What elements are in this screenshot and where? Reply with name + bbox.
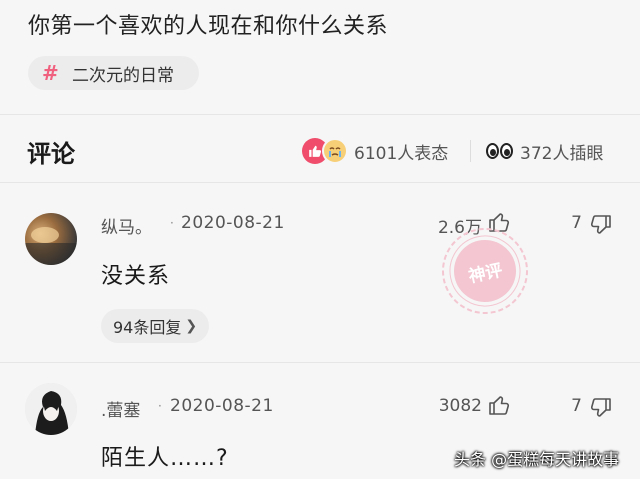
header-divider	[0, 182, 640, 183]
like-count: 3082	[438, 396, 482, 416]
dislike-icon[interactable]	[588, 395, 614, 421]
reaction-separator	[470, 140, 471, 162]
dislike-count: 7	[571, 213, 582, 233]
hash-icon: #	[42, 61, 59, 85]
like-icon[interactable]	[486, 392, 512, 418]
watch-summary-button[interactable]: 372人插眼	[486, 134, 603, 168]
meta-separator: ·	[158, 399, 162, 413]
reaction-summary-button[interactable]: 6101人表态	[302, 134, 448, 168]
post-title: 你第一个喜欢的人现在和你什么关系	[28, 14, 389, 39]
chevron-right-icon: ❯	[185, 318, 198, 334]
dislike-count: 7	[571, 396, 582, 416]
comments-title: 评论	[27, 140, 75, 168]
topic-tag[interactable]: # 二次元的日常	[28, 56, 199, 90]
reaction-count: 6101人表态	[354, 143, 449, 164]
comment-username[interactable]: .蕾塞	[101, 396, 140, 421]
watch-count: 372人插眼	[520, 143, 604, 164]
top-comment-badge: 神评	[432, 218, 539, 325]
comment-date: 2020-08-21	[170, 396, 274, 416]
dislike-icon[interactable]	[588, 212, 614, 238]
avatar[interactable]	[25, 213, 77, 265]
meta-separator: ·	[170, 216, 174, 230]
crying-face-icon	[322, 138, 348, 164]
comment-date: 2020-08-21	[181, 213, 285, 233]
comment-divider	[0, 362, 640, 363]
watermark: 头条 @蛋糕每天讲故事	[454, 450, 620, 469]
avatar[interactable]	[25, 383, 77, 435]
section-divider	[0, 114, 640, 115]
reply-count: 94条回复	[113, 318, 182, 337]
comment-text: 陌生人……?	[101, 446, 229, 471]
comment-text: 没关系	[101, 264, 171, 289]
comment-username[interactable]: 纵马。	[101, 213, 152, 238]
view-replies-button[interactable]: 94条回复 ❯	[101, 309, 210, 343]
topic-tag-label: 二次元的日常	[72, 65, 174, 86]
eyes-icon	[486, 143, 514, 159]
